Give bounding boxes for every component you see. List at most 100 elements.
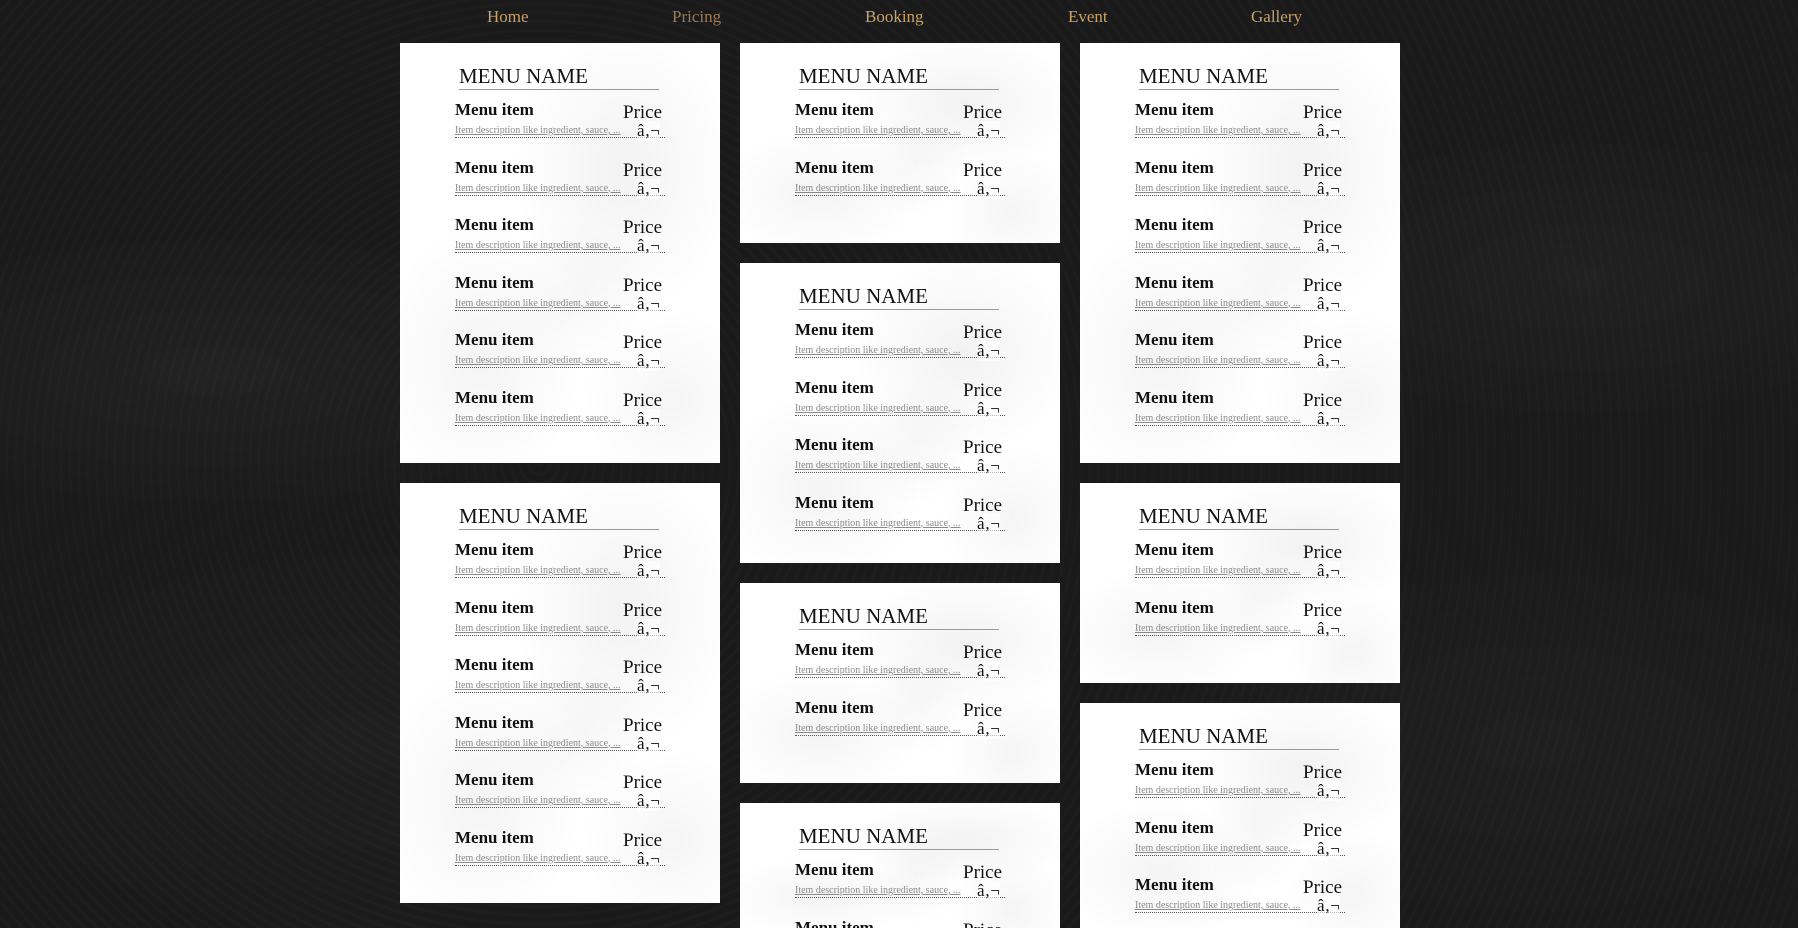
menu-item-price: Price xyxy=(963,920,1002,928)
nav-link-home[interactable]: Home xyxy=(487,7,529,27)
menu-item-currency: â‚¬ xyxy=(977,341,1000,361)
menu-card: MENU NAME Menu item Price Item description… xyxy=(740,263,1060,563)
nav-link-event[interactable]: Event xyxy=(1068,7,1108,27)
menu-item-name: Menu item xyxy=(455,157,534,177)
menu-item-description: Item description like ingredient, sauce,… xyxy=(455,795,665,808)
menu-card: MENU NAME Menu item Price Item description… xyxy=(400,43,720,463)
menu-title: MENU NAME xyxy=(459,63,659,90)
menu-item-name: Menu item xyxy=(795,320,874,339)
menu-item-currency: â‚¬ xyxy=(637,791,660,811)
menu-item: Menu itemPriceItem description like ingr… xyxy=(795,640,1005,688)
menu-item-description: Item description like ingredient, sauce,… xyxy=(1135,900,1345,913)
menu-item-name: Menu item xyxy=(455,272,534,292)
nav-link-pricing[interactable]: Pricing xyxy=(672,7,721,27)
menu-item: Menu itemPriceItem description like ingr… xyxy=(795,698,1005,746)
menu-item: Menu itemPriceItem description like ingr… xyxy=(1135,760,1345,808)
menu-item-description: Item description like ingredient, sauce,… xyxy=(795,665,1005,678)
menu-item: Menu itemPriceItem description like ingr… xyxy=(455,770,665,818)
menu-item-name: Menu item xyxy=(795,100,874,119)
menu-item-description: Item description like ingredient, sauce,… xyxy=(455,413,665,426)
menu-item-currency: â‚¬ xyxy=(1317,121,1340,141)
menu-item: Menu itemPriceItem description like ingr… xyxy=(1135,818,1345,866)
menu-item-description: Item description like ingredient, sauce,… xyxy=(455,355,665,368)
menu-item: Menu itemPriceItem description like ingr… xyxy=(455,713,665,761)
menu-item: Menu itemPriceItem description like ingr… xyxy=(795,860,1005,908)
menu-item-name: Menu item xyxy=(455,770,534,789)
menu-item-description: Item description like ingredient, sauce,… xyxy=(455,680,665,693)
menu-item-currency: â‚¬ xyxy=(977,456,1000,476)
menu-item-description: Item description like ingredient, sauce,… xyxy=(1135,298,1345,311)
menu-item: Menu itemPriceItem description like ingr… xyxy=(795,378,1005,426)
menu-item-currency: â‚¬ xyxy=(977,661,1000,681)
menu-card: MENU NAME Menu item Price Item description… xyxy=(740,583,1060,783)
menu-item-currency: â‚¬ xyxy=(1317,236,1340,256)
menu-item-currency: â‚¬ xyxy=(1317,293,1340,314)
menu-item-name: Menu item xyxy=(1135,875,1214,894)
menu-item: Menu itemPriceItem description like ingr… xyxy=(455,273,665,321)
menu-item-description: Item description like ingredient, sauce,… xyxy=(795,885,1005,898)
menu-item-name: Menu item xyxy=(455,597,534,617)
menu-item-currency: â‚¬ xyxy=(637,561,660,581)
menu-item-currency: â‚¬ xyxy=(977,178,1000,199)
menu-item: Menu itemPriceItem description like ingr… xyxy=(455,330,665,378)
menu-item-description: Item description like ingredient, sauce,… xyxy=(1135,125,1345,138)
menu-title: MENU NAME xyxy=(1139,63,1339,90)
menu-item: Menu itemPriceItem description like ingr… xyxy=(795,320,1005,368)
menu-title: MENU NAME xyxy=(1139,723,1339,750)
menu-card: MENU NAME Menu item Price Item description… xyxy=(1080,703,1400,928)
menu-item: Menu itemPriceItem description like ingr… xyxy=(795,158,1005,206)
menu-item: Menu itemPriceItem description like ingr… xyxy=(455,100,665,148)
menu-item: Menu itemPriceItem description like ingr… xyxy=(1135,273,1345,321)
menu-item-currency: â‚¬ xyxy=(637,676,660,696)
menu-item-description: Item description like ingredient, sauce,… xyxy=(795,183,1005,196)
menu-item-name: Menu item xyxy=(455,100,534,119)
menu-item-currency: â‚¬ xyxy=(637,733,660,754)
menu-item-currency: â‚¬ xyxy=(637,178,660,199)
menu-item-currency: â‚¬ xyxy=(977,513,1000,534)
menu-item-name: Menu item xyxy=(795,435,874,454)
menu-item-name: Menu item xyxy=(1135,760,1214,779)
menu-item-name: Menu item xyxy=(455,827,534,847)
menu-item-name: Menu item xyxy=(1135,597,1214,617)
menu-item: Menu itemPriceItem description like ingr… xyxy=(795,918,1005,928)
menu-item-currency: â‚¬ xyxy=(637,408,660,429)
menu-item-name: Menu item xyxy=(1135,100,1214,119)
menu-item-description: Item description like ingredient, sauce,… xyxy=(455,738,665,751)
menu-item: Menu itemPriceItem description like ingr… xyxy=(455,158,665,206)
menu-item-currency: â‚¬ xyxy=(977,718,1000,739)
menu-item-currency: â‚¬ xyxy=(637,848,660,869)
menu-item-name: Menu item xyxy=(795,697,874,717)
menu-item-description: Item description like ingredient, sauce,… xyxy=(1135,183,1345,196)
menu-item-description: Item description like ingredient, sauce,… xyxy=(455,125,665,138)
menu-item: Menu itemPriceItem description like ingr… xyxy=(795,435,1005,483)
menu-title: MENU NAME xyxy=(799,63,999,90)
menu-title: MENU NAME xyxy=(799,823,999,850)
menu-item-description: Item description like ingredient, sauce,… xyxy=(1135,355,1345,368)
menu-item-currency: â‚¬ xyxy=(1317,618,1340,639)
menu-item-description: Item description like ingredient, sauce,… xyxy=(1135,785,1345,798)
menu-item: Menu itemPriceItem description like ingr… xyxy=(455,540,665,588)
menu-title: MENU NAME xyxy=(799,603,999,630)
menu-card: MENU NAME Menu item Price Item description… xyxy=(1080,43,1400,463)
nav-link-booking[interactable]: Booking xyxy=(865,7,924,27)
menu-item-name: Menu item xyxy=(455,540,534,559)
menu-item-description: Item description like ingredient, sauce,… xyxy=(455,183,665,196)
menu-item: Menu itemPriceItem description like ingr… xyxy=(1135,100,1345,148)
menu-item-name: Menu item xyxy=(795,860,874,879)
menu-item: Menu itemPriceItem description like ingr… xyxy=(1135,540,1345,588)
menu-card: MENU NAME Menu item Price Item description… xyxy=(740,43,1060,243)
nav-link-gallery[interactable]: Gallery xyxy=(1251,7,1302,27)
menu-item-description: Item description like ingredient, sauce,… xyxy=(795,460,1005,473)
menu-item-description: Item description like ingredient, sauce,… xyxy=(1135,623,1345,636)
menu-item-name: Menu item xyxy=(455,712,534,732)
menu-item: Menu itemPriceItem description like ingr… xyxy=(1135,330,1345,378)
menu-item: Menu itemPriceItem description like ingr… xyxy=(455,655,665,703)
menu-item-name: Menu item xyxy=(1135,272,1214,292)
menu-item: Menu itemPriceItem description like ingr… xyxy=(455,388,665,436)
menu-item: Menu itemPriceItem description like ingr… xyxy=(455,215,665,263)
menu-item-name: Menu item xyxy=(795,640,874,659)
menu-item-currency: â‚¬ xyxy=(637,121,660,141)
menu-item-name: Menu item xyxy=(795,492,874,512)
menu-item: Menu itemPriceItem description like ingr… xyxy=(1135,598,1345,646)
menu-item-name: Menu item xyxy=(795,377,874,397)
